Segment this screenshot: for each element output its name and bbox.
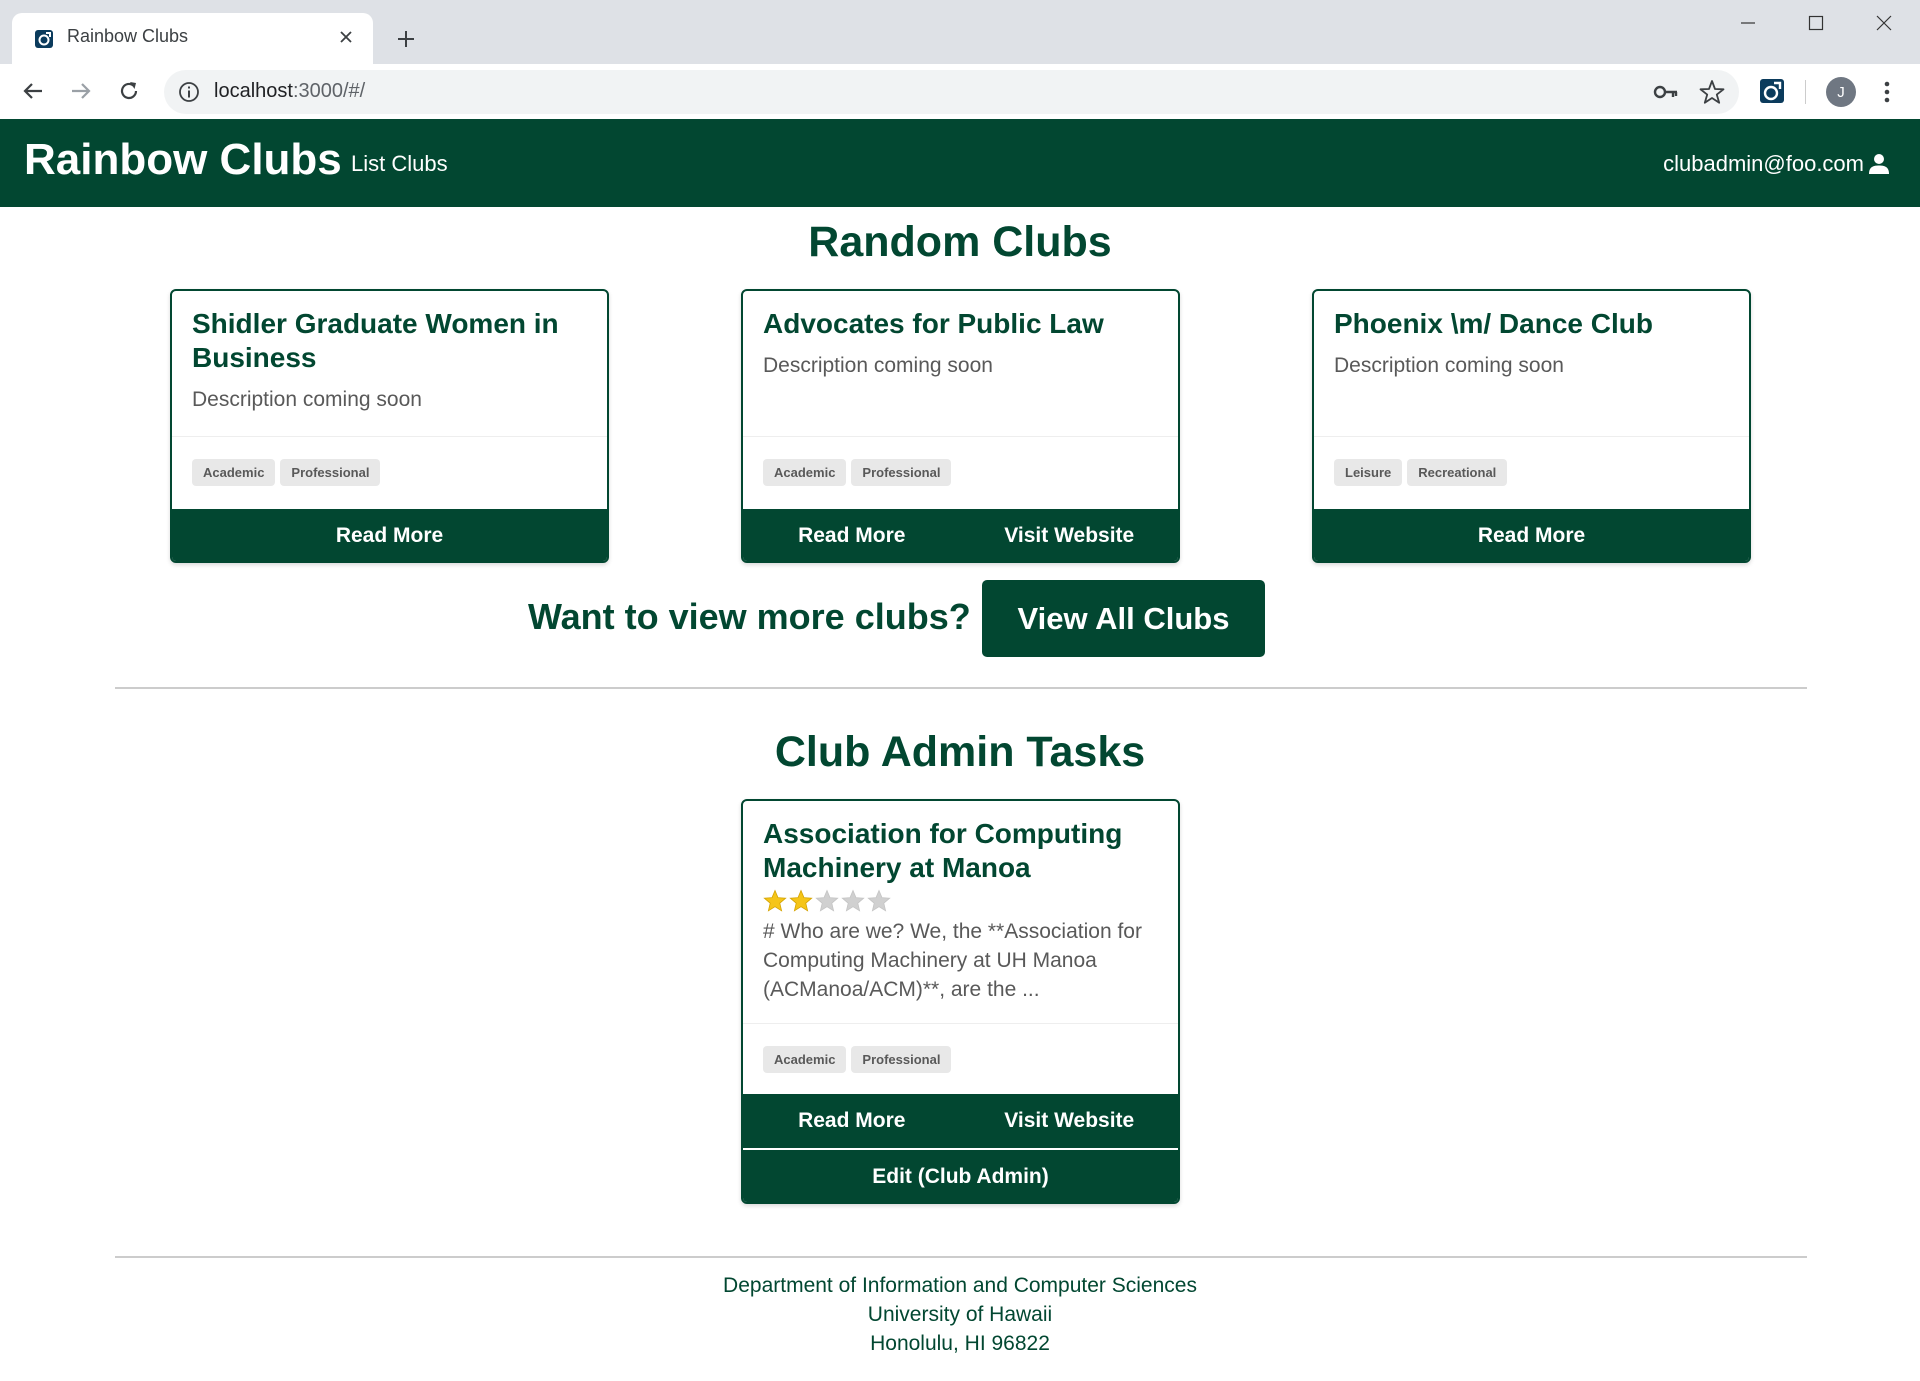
close-window-icon[interactable] [1850, 0, 1918, 46]
club-description: Description coming soon [192, 388, 422, 411]
maximize-icon[interactable] [1782, 0, 1850, 46]
admin-club-card: Association for Computing Machinery at M… [741, 799, 1180, 1204]
toolbar-divider [1805, 80, 1806, 104]
footer-university: University of Hawaii [867, 1303, 1053, 1326]
card-actions: Read More [172, 509, 607, 561]
brand-logo-text[interactable]: Rainbow Clubs [24, 135, 342, 185]
profile-avatar[interactable]: J [1826, 77, 1856, 107]
view-all-clubs-button[interactable]: View All Clubs [982, 580, 1265, 657]
tag-badge: Recreational [1407, 459, 1508, 486]
browser-tab[interactable]: Rainbow Clubs [12, 13, 373, 64]
section-divider [115, 687, 1807, 689]
star-empty-icon [867, 889, 891, 912]
club-title: Association for Computing Machinery at M… [763, 818, 1123, 883]
url-text[interactable]: localhost:3000/#/ [214, 80, 365, 103]
tag-badge: Academic [763, 1046, 847, 1073]
club-description: # Who are we? We, the **Association for … [763, 920, 1142, 1001]
card-actions: Read More Visit Website [743, 509, 1179, 561]
user-email: clubadmin@foo.com [1663, 151, 1864, 176]
club-tags: Leisure Recreational [1314, 436, 1749, 506]
tag-badge: Professional [280, 459, 381, 486]
user-menu[interactable]: clubadmin@foo.com [1663, 151, 1890, 177]
site-info-icon[interactable] [178, 81, 200, 103]
club-tags: Academic Professional [743, 436, 1178, 506]
club-card: Phoenix \m/ Dance Club Description comin… [1312, 289, 1751, 563]
club-tags: Academic Professional [743, 1023, 1178, 1093]
tab-close-icon[interactable] [333, 24, 359, 50]
club-card: Shidler Graduate Women in Business Descr… [170, 289, 609, 563]
url-path: :3000/#/ [292, 80, 366, 102]
club-title: Shidler Graduate Women in Business [192, 308, 559, 373]
footer-department: Department of Information and Computer S… [723, 1274, 1197, 1297]
club-description: Description coming soon [1334, 354, 1564, 377]
reload-icon[interactable] [110, 72, 148, 110]
key-icon[interactable] [1653, 80, 1679, 104]
club-tags: Academic Professional [172, 436, 607, 506]
footer-divider [115, 1256, 1807, 1258]
admin-actions: Edit (Club Admin) [743, 1150, 1178, 1202]
read-more-button[interactable]: Read More [743, 509, 961, 561]
user-icon [1869, 154, 1889, 174]
tag-badge: Professional [851, 1046, 952, 1073]
forward-arrow-icon[interactable] [62, 72, 100, 110]
tag-badge: Academic [763, 459, 847, 486]
nav-list-clubs[interactable]: List Clubs [351, 151, 448, 177]
minimize-icon[interactable] [1714, 0, 1782, 46]
edit-club-admin-button[interactable]: Edit (Club Admin) [743, 1150, 1178, 1202]
club-title: Phoenix \m/ Dance Club [1334, 308, 1653, 339]
read-more-button[interactable]: Read More [1314, 509, 1749, 561]
read-more-button[interactable]: Read More [172, 509, 607, 561]
card-actions: Read More Visit Website [743, 1094, 1178, 1148]
footer-address: Honolulu, HI 96822 [870, 1332, 1050, 1355]
tag-badge: Leisure [1334, 459, 1403, 486]
browser-tab-strip: Rainbow Clubs [0, 0, 1920, 64]
tag-badge: Professional [851, 459, 952, 486]
admin-tasks-heading: Club Admin Tasks [774, 728, 1146, 776]
tab-title: Rainbow Clubs [67, 26, 189, 46]
random-clubs-heading: Random Clubs [808, 218, 1112, 266]
rating-stars [763, 889, 1158, 913]
tag-badge: Academic [192, 459, 276, 486]
new-tab-plus-icon[interactable] [389, 22, 423, 56]
bookmark-star-icon[interactable] [1699, 79, 1725, 105]
url-host: localhost [214, 80, 293, 102]
club-title: Advocates for Public Law [763, 308, 1104, 339]
club-description: Description coming soon [763, 354, 993, 377]
read-more-button[interactable]: Read More [743, 1094, 961, 1148]
star-filled-icon [763, 889, 787, 912]
browser-toolbar: localhost:3000/#/ J [0, 64, 1920, 119]
more-clubs-prompt: Want to view more clubs? [528, 596, 971, 637]
app-navbar: Rainbow Clubs List Clubs clubadmin@foo.c… [0, 119, 1920, 207]
card-actions: Read More [1314, 509, 1749, 561]
star-empty-icon [815, 889, 839, 912]
club-card: Advocates for Public Law Description com… [741, 289, 1180, 563]
visit-website-button[interactable]: Visit Website [961, 509, 1179, 561]
star-filled-icon [789, 889, 813, 912]
back-arrow-icon[interactable] [14, 72, 52, 110]
address-bar[interactable]: localhost:3000/#/ [164, 70, 1739, 114]
extension-icon[interactable] [1759, 78, 1785, 104]
site-favicon-icon [35, 30, 53, 48]
visit-website-button[interactable]: Visit Website [961, 1094, 1179, 1148]
browser-menu-icon[interactable] [1872, 77, 1902, 107]
star-empty-icon [841, 889, 865, 912]
